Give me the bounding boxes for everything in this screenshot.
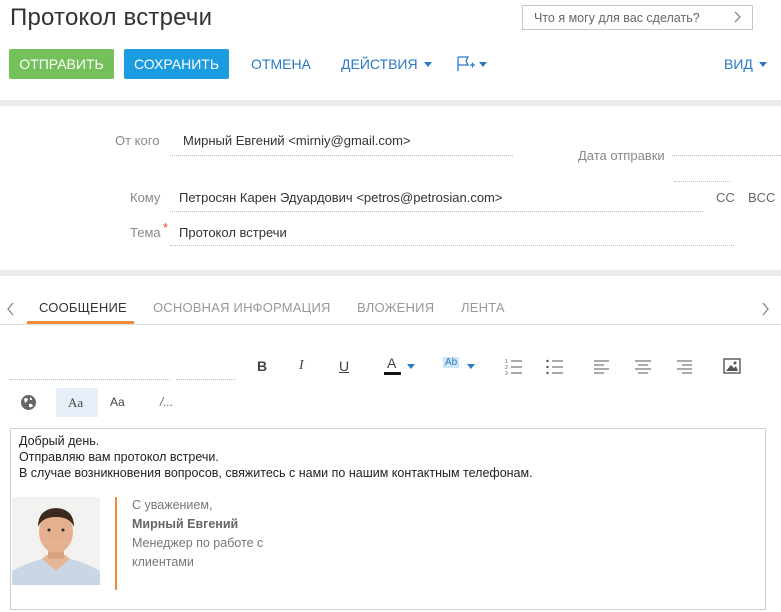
help-search-placeholder: Что я могу для вас сделать? [534, 11, 700, 25]
active-tab-indicator [27, 321, 134, 324]
to-field[interactable]: Петросян Карен Эдуардович <petros@petros… [179, 190, 502, 205]
signature-position: Менеджер по работе с [132, 536, 264, 550]
signature-position: клиентами [132, 555, 194, 569]
from-label: От кого [115, 133, 160, 148]
subject-underline [170, 245, 734, 246]
sent-date-underline [672, 155, 781, 156]
sent-date-label: Дата отправки [578, 148, 665, 163]
highlight-label: Ab [443, 357, 460, 368]
font-face-button[interactable]: Aa [56, 388, 98, 417]
cc-button[interactable]: CC [716, 190, 735, 205]
numbered-list-icon[interactable]: 1 2 3 [504, 357, 524, 377]
tab-attachments[interactable]: ВЛОЖЕНИЯ [357, 300, 434, 315]
insert-image-icon[interactable] [722, 356, 742, 376]
tabs-baseline [0, 324, 781, 325]
underline-button[interactable]: U [339, 358, 349, 374]
section-divider [0, 270, 781, 276]
signature-greeting: С уважением, [132, 498, 213, 512]
tabs-scroll-left-icon[interactable] [6, 302, 16, 316]
align-left-icon[interactable] [592, 357, 612, 377]
from-underline [170, 155, 513, 156]
to-underline [170, 211, 703, 212]
italic-button[interactable]: I [299, 358, 304, 374]
source-mode-button[interactable]: /... [160, 395, 173, 409]
flag-icon [457, 56, 487, 71]
chevron-down-icon [758, 61, 767, 67]
chevron-down-icon [467, 364, 475, 369]
align-center-icon[interactable] [633, 357, 653, 377]
message-line: Добрый день. [19, 434, 100, 448]
highlight-button[interactable]: Ab [443, 357, 477, 377]
subject-field[interactable]: Протокол встречи [179, 225, 287, 240]
from-field[interactable]: Мирный Евгений <mirniy@gmail.com> [183, 133, 411, 148]
bulleted-list-icon[interactable] [545, 357, 565, 377]
font-family-select[interactable] [10, 379, 170, 380]
chevron-down-icon [407, 364, 415, 369]
tab-feed[interactable]: ЛЕНТА [461, 300, 505, 315]
send-button[interactable]: ОТПРАВИТЬ [9, 49, 114, 79]
save-button[interactable]: СОХРАНИТЬ [124, 49, 229, 79]
sent-date-field-underline [674, 181, 730, 182]
message-line: В случае возникновения вопросов, свяжите… [19, 466, 533, 480]
globe-icon[interactable] [20, 394, 37, 411]
chevron-down-icon [423, 61, 432, 67]
section-divider [0, 100, 781, 106]
subject-label: Тема [130, 225, 161, 240]
signature-name: Мирный Евгений [132, 517, 239, 531]
tab-message[interactable]: СООБЩЕНИЕ [39, 300, 127, 315]
sent-date-field[interactable] [674, 160, 734, 180]
view-menu[interactable]: ВИД [724, 49, 767, 79]
actions-label: ДЕЙСТВИЯ [341, 56, 418, 72]
page-title: Протокол встречи [10, 4, 213, 31]
font-color-swatch [384, 372, 401, 375]
bcc-button[interactable]: BCC [748, 190, 775, 205]
svg-text:3: 3 [505, 371, 508, 377]
view-label: ВИД [724, 56, 753, 72]
cancel-button[interactable]: ОТМЕНА [251, 49, 311, 79]
help-search-box[interactable]: Что я могу для вас сделать? [522, 5, 753, 30]
chevron-right-icon [734, 11, 741, 23]
font-size-select[interactable] [176, 379, 236, 380]
align-right-icon[interactable] [674, 357, 694, 377]
required-marker: * [163, 220, 169, 235]
font-size-button[interactable]: Aa [110, 395, 125, 409]
tab-main-info[interactable]: ОСНОВНАЯ ИНФОРМАЦИЯ [153, 300, 331, 315]
font-face-label: Aa [68, 395, 84, 410]
tabs-scroll-right-icon[interactable] [760, 302, 770, 316]
message-line: Отправляю вам протокол встречи. [19, 450, 219, 464]
signature-photo [12, 497, 100, 585]
flag-menu[interactable] [456, 55, 488, 73]
font-color-button[interactable]: A [384, 355, 416, 377]
font-color-label: A [387, 355, 397, 371]
signature-accent-bar [115, 497, 117, 590]
actions-menu[interactable]: ДЕЙСТВИЯ [341, 49, 432, 79]
to-label: Кому [130, 190, 161, 205]
bold-button[interactable]: B [257, 358, 267, 374]
